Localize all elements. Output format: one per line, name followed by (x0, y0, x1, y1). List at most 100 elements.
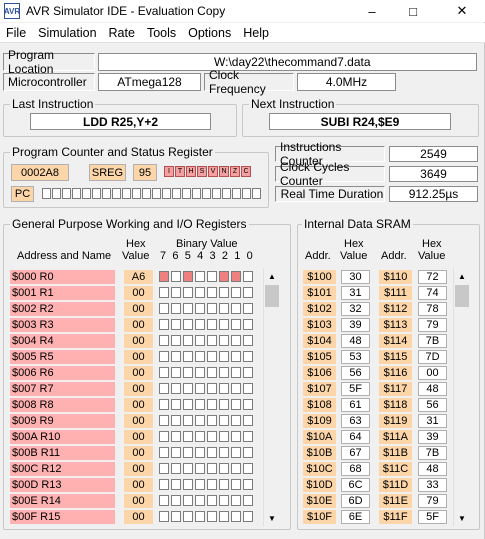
register-bit-2[interactable] (219, 415, 229, 426)
register-bit-7[interactable] (159, 335, 169, 346)
register-bit-6[interactable] (171, 287, 181, 298)
register-bit-6[interactable] (171, 303, 181, 314)
sram-value[interactable]: 61 (341, 398, 370, 412)
menu-simulation[interactable]: Simulation (32, 26, 102, 40)
register-bit-7[interactable] (159, 383, 169, 394)
register-bit-7[interactable] (159, 463, 169, 474)
register-bit-6[interactable] (171, 335, 181, 346)
sram-value[interactable]: 67 (341, 446, 370, 460)
register-bit-3[interactable] (207, 431, 217, 442)
register-bit-2[interactable] (219, 287, 229, 298)
register-bit-1[interactable] (231, 415, 241, 426)
sram-value[interactable]: 7D (418, 350, 447, 364)
register-bit-5[interactable] (183, 383, 193, 394)
register-hex-value[interactable]: 00 (124, 510, 153, 524)
register-bit-6[interactable] (171, 447, 181, 458)
sram-value[interactable]: 48 (418, 382, 447, 396)
sram-value[interactable]: 33 (418, 478, 447, 492)
registers-scrollbar[interactable]: ▲ ▼ (263, 268, 279, 526)
sram-value[interactable]: 5F (418, 510, 447, 524)
register-bit-5[interactable] (183, 495, 193, 506)
register-bit-6[interactable] (171, 415, 181, 426)
sram-value[interactable]: 56 (418, 398, 447, 412)
register-bit-3[interactable] (207, 367, 217, 378)
sram-value[interactable]: 64 (341, 430, 370, 444)
register-bit-7[interactable] (159, 319, 169, 330)
register-bit-2[interactable] (219, 319, 229, 330)
sram-value[interactable]: 48 (341, 334, 370, 348)
register-bit-4[interactable] (195, 383, 205, 394)
register-bit-6[interactable] (171, 479, 181, 490)
minimize-button[interactable]: – (349, 0, 395, 22)
register-hex-value[interactable]: 00 (124, 398, 153, 412)
register-hex-value[interactable]: 00 (124, 414, 153, 428)
menu-options[interactable]: Options (182, 26, 237, 40)
menu-tools[interactable]: Tools (141, 26, 182, 40)
register-hex-value[interactable]: 00 (124, 350, 153, 364)
menu-help[interactable]: Help (237, 26, 275, 40)
register-bit-0[interactable] (243, 319, 253, 330)
sram-value[interactable]: 74 (418, 286, 447, 300)
register-bit-3[interactable] (207, 511, 217, 522)
register-bit-1[interactable] (231, 287, 241, 298)
sram-value[interactable]: 53 (341, 350, 370, 364)
register-bit-1[interactable] (231, 399, 241, 410)
register-bit-5[interactable] (183, 511, 193, 522)
sram-value[interactable]: 56 (341, 366, 370, 380)
sram-value[interactable]: 48 (418, 462, 447, 476)
sram-value[interactable]: 72 (418, 270, 447, 284)
register-bit-1[interactable] (231, 447, 241, 458)
register-bit-4[interactable] (195, 351, 205, 362)
register-bit-6[interactable] (171, 367, 181, 378)
scroll-down-icon[interactable]: ▼ (264, 510, 280, 526)
sram-value[interactable]: 30 (341, 270, 370, 284)
register-bit-2[interactable] (219, 351, 229, 362)
register-bit-0[interactable] (243, 271, 253, 282)
register-bit-3[interactable] (207, 447, 217, 458)
register-bit-4[interactable] (195, 463, 205, 474)
register-bit-7[interactable] (159, 399, 169, 410)
register-bit-4[interactable] (195, 415, 205, 426)
sram-value[interactable]: 6D (341, 494, 370, 508)
register-bit-7[interactable] (159, 367, 169, 378)
register-bit-4[interactable] (195, 303, 205, 314)
register-bit-3[interactable] (207, 351, 217, 362)
register-bit-4[interactable] (195, 335, 205, 346)
register-bit-3[interactable] (207, 495, 217, 506)
register-bit-6[interactable] (171, 495, 181, 506)
sram-value[interactable]: 5F (341, 382, 370, 396)
register-bit-6[interactable] (171, 383, 181, 394)
register-bit-7[interactable] (159, 511, 169, 522)
register-bit-1[interactable] (231, 383, 241, 394)
register-hex-value[interactable]: A6 (124, 270, 153, 284)
register-bit-2[interactable] (219, 303, 229, 314)
register-bit-4[interactable] (195, 495, 205, 506)
register-bit-5[interactable] (183, 399, 193, 410)
register-bit-7[interactable] (159, 415, 169, 426)
register-bit-4[interactable] (195, 447, 205, 458)
register-bit-0[interactable] (243, 511, 253, 522)
register-bit-3[interactable] (207, 463, 217, 474)
register-bit-0[interactable] (243, 431, 253, 442)
sreg-flag-z[interactable]: Z (230, 166, 240, 177)
menu-rate[interactable]: Rate (103, 26, 141, 40)
register-hex-value[interactable]: 00 (124, 494, 153, 508)
register-bit-2[interactable] (219, 447, 229, 458)
register-bit-5[interactable] (183, 287, 193, 298)
register-bit-0[interactable] (243, 335, 253, 346)
register-bit-0[interactable] (243, 479, 253, 490)
register-bit-1[interactable] (231, 463, 241, 474)
sram-value[interactable]: 7B (418, 334, 447, 348)
register-bit-5[interactable] (183, 271, 193, 282)
sram-value[interactable]: 78 (418, 302, 447, 316)
register-bit-0[interactable] (243, 367, 253, 378)
scroll-up-icon[interactable]: ▲ (454, 268, 470, 284)
sram-value[interactable]: 31 (418, 414, 447, 428)
register-bit-6[interactable] (171, 463, 181, 474)
register-bit-1[interactable] (231, 303, 241, 314)
register-bit-1[interactable] (231, 367, 241, 378)
register-bit-6[interactable] (171, 319, 181, 330)
register-bit-0[interactable] (243, 495, 253, 506)
register-bit-1[interactable] (231, 479, 241, 490)
register-bit-7[interactable] (159, 495, 169, 506)
